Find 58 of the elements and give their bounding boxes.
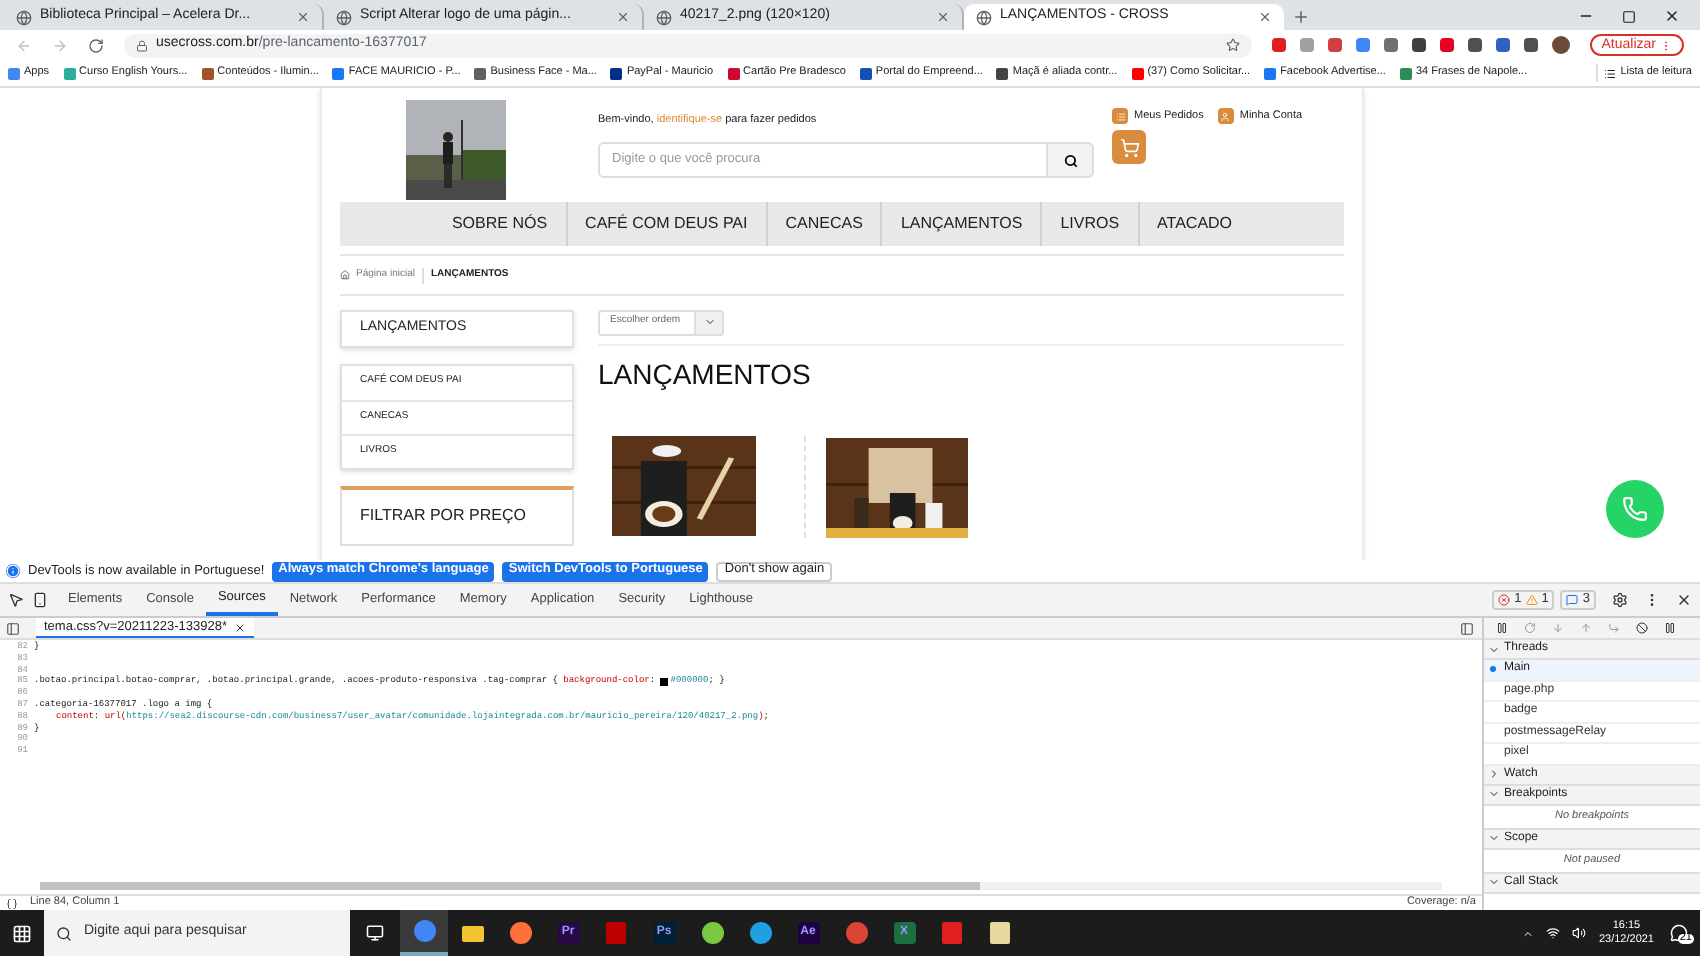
- close-icon[interactable]: [233, 621, 245, 633]
- page-heading: LANÇAMENTOS: [598, 355, 813, 394]
- close-icon[interactable]: [1664, 8, 1680, 24]
- reload-icon[interactable]: [88, 37, 104, 53]
- new-tab-icon[interactable]: [1292, 8, 1310, 26]
- pause-icon[interactable]: [1496, 622, 1508, 634]
- settings-icon[interactable]: [1612, 592, 1628, 608]
- pretty-print-icon[interactable]: [6, 897, 18, 909]
- avatar-icon[interactable]: [1551, 36, 1570, 54]
- home-icon: [340, 270, 350, 281]
- step-icon[interactable]: [1608, 622, 1620, 634]
- list-icon: [1604, 67, 1617, 79]
- user-icon: [1217, 108, 1234, 125]
- favicon-icon: [16, 9, 32, 25]
- chevron-icon: [1488, 832, 1500, 844]
- bookmark-star-icon[interactable]: [1225, 38, 1240, 52]
- maximize-icon[interactable]: [1622, 9, 1636, 23]
- chevron-icon: [1488, 876, 1500, 888]
- message-icon: [1566, 594, 1579, 606]
- color-swatch[interactable]: [660, 678, 669, 687]
- cart-button[interactable]: [1112, 130, 1146, 165]
- phone-icon: [1622, 496, 1648, 522]
- search-icon: [1063, 153, 1077, 168]
- error-icon: [1498, 594, 1511, 606]
- product-image[interactable]: [826, 437, 968, 537]
- chevron-icon: [1488, 643, 1500, 655]
- warning-icon: [1525, 594, 1538, 606]
- list-icon: [1112, 108, 1128, 125]
- tray-caret-icon[interactable]: [1522, 927, 1535, 939]
- inspect-icon[interactable]: [8, 592, 24, 608]
- volume-icon[interactable]: [1572, 926, 1587, 940]
- device-toolbar-icon[interactable]: [32, 592, 48, 608]
- pause-on-exceptions-icon[interactable]: [1664, 622, 1676, 634]
- cart-icon: [1119, 137, 1139, 158]
- nav-item[interactable]: CAFÉ COM DEUS PAI: [565, 202, 766, 246]
- caret-icon: [703, 316, 715, 328]
- favicon-icon: [976, 9, 992, 25]
- network-icon[interactable]: [1546, 926, 1561, 940]
- deactivate-breakpoints-icon[interactable]: [1636, 622, 1648, 634]
- task-view-icon[interactable]: [366, 924, 384, 942]
- search-button[interactable]: [1048, 142, 1094, 179]
- product-image[interactable]: [612, 435, 756, 535]
- lock-icon: [136, 39, 148, 51]
- start-icon[interactable]: [12, 923, 32, 943]
- close-icon[interactable]: [1676, 592, 1692, 608]
- filter-title: FILTRAR POR PREÇO: [340, 485, 574, 545]
- nav-item[interactable]: SOBRE NÓS: [433, 202, 566, 246]
- debugger-toggle-icon[interactable]: [1460, 621, 1474, 635]
- close-icon[interactable]: [1258, 10, 1272, 24]
- nav-item[interactable]: ATACADO: [1137, 202, 1251, 246]
- horizontal-scrollbar[interactable]: [40, 882, 1442, 890]
- nav-item[interactable]: LIVROS: [1040, 202, 1138, 246]
- favicon-icon: [656, 9, 672, 25]
- search-icon: [56, 925, 72, 941]
- favicon-icon: [336, 9, 352, 25]
- nav-item[interactable]: CANECAS: [765, 202, 881, 246]
- nav-item[interactable]: LANÇAMENTOS: [880, 202, 1041, 246]
- navigator-toggle-icon[interactable]: [6, 621, 20, 635]
